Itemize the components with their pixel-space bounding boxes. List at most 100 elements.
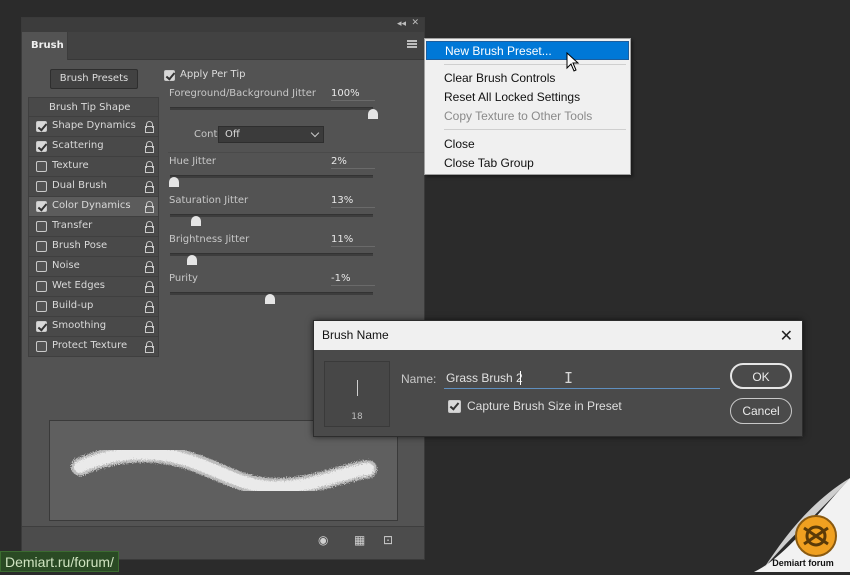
list-item-label: Color Dynamics — [52, 200, 131, 211]
menu-copy-texture: Copy Texture to Other Tools — [444, 109, 593, 123]
menu-close-tab-group[interactable]: Close Tab Group — [426, 154, 629, 173]
ibeam-cursor-icon: I — [564, 369, 574, 387]
list-item-label: Texture — [52, 160, 89, 171]
brush-panel: ◂◂ ✕ Brush Brush Presets Apply Per Tip B… — [21, 17, 425, 560]
saturation-jitter-slider[interactable] — [170, 214, 373, 226]
brightness-jitter-label: Brightness Jitter — [169, 234, 250, 245]
list-item[interactable]: Scattering — [28, 137, 159, 157]
fg-bg-jitter-value[interactable]: 100% — [331, 88, 375, 101]
menu-new-brush-preset[interactable]: New Brush Preset... — [426, 41, 629, 60]
list-item[interactable]: Build-up — [28, 297, 159, 317]
checkbox-icon[interactable] — [36, 221, 47, 232]
list-item-label: Scattering — [52, 140, 104, 151]
close-icon[interactable]: ✕ — [411, 18, 419, 28]
lock-icon[interactable] — [145, 161, 154, 173]
brush-tip-icon — [357, 380, 358, 396]
lock-icon[interactable] — [145, 241, 154, 253]
list-item[interactable]: Protect Texture — [28, 337, 159, 357]
close-icon[interactable]: ✕ — [780, 321, 793, 350]
lock-icon[interactable] — [145, 321, 154, 333]
collapse-icon[interactable]: ◂◂ — [397, 19, 406, 29]
new-preset-icon[interactable]: ⊡ — [383, 533, 393, 547]
lock-icon[interactable] — [145, 181, 154, 193]
toggle-live-tip-preview-icon[interactable]: ◉ — [318, 533, 328, 547]
fg-bg-jitter-slider[interactable] — [170, 107, 378, 119]
capture-size-checkbox[interactable] — [448, 400, 461, 413]
list-item[interactable]: Dual Brush — [28, 177, 159, 197]
name-label: Name: — [401, 372, 437, 386]
list-item-label: Smoothing — [52, 320, 107, 331]
watermark-left: Demiart.ru/forum/ — [0, 551, 119, 572]
ok-button[interactable]: OK — [730, 363, 792, 389]
divider — [168, 152, 424, 153]
checkbox-icon[interactable] — [36, 121, 47, 132]
list-item-label: Protect Texture — [52, 340, 128, 351]
lock-icon[interactable] — [145, 121, 154, 133]
lock-icon[interactable] — [145, 221, 154, 233]
list-item[interactable]: Texture — [28, 157, 159, 177]
list-item[interactable]: Color Dynamics — [28, 197, 159, 217]
checkbox-icon[interactable] — [36, 281, 47, 292]
list-item-label: Brush Pose — [52, 240, 108, 251]
list-item[interactable]: Shape Dynamics — [28, 117, 159, 137]
list-item[interactable]: Brush Pose — [28, 237, 159, 257]
list-item[interactable]: Smoothing — [28, 317, 159, 337]
list-item-label: Dual Brush — [52, 180, 107, 191]
dialog-title: Brush Name — [314, 321, 802, 350]
checkbox-icon[interactable] — [36, 301, 47, 312]
hamburger-menu-icon[interactable] — [407, 40, 417, 48]
tab-bar: Brush — [22, 32, 424, 60]
tab-brush[interactable]: Brush — [22, 32, 68, 60]
list-item-label: Transfer — [52, 220, 93, 231]
hue-jitter-label: Hue Jitter — [169, 156, 217, 167]
checkbox-icon[interactable] — [36, 241, 47, 252]
panel-topbar: ◂◂ ✕ — [22, 18, 424, 32]
hue-jitter-value[interactable]: 2% — [331, 156, 375, 169]
mouse-cursor-icon — [566, 52, 580, 72]
lock-icon[interactable] — [145, 341, 154, 353]
list-item[interactable]: Noise — [28, 257, 159, 277]
list-item[interactable]: Transfer — [28, 217, 159, 237]
watermark-right-text: Demiart forum — [772, 558, 834, 568]
hue-jitter-slider[interactable] — [169, 175, 373, 187]
checkbox-icon[interactable] — [36, 201, 47, 212]
menu-clear-brush-controls[interactable]: Clear Brush Controls — [426, 69, 629, 88]
brush-tip-shape-item[interactable]: Brush Tip Shape — [28, 97, 159, 117]
purity-slider[interactable] — [170, 292, 373, 304]
brightness-jitter-slider[interactable] — [170, 253, 373, 265]
checkbox-icon[interactable] — [36, 341, 47, 352]
saturation-jitter-value[interactable]: 13% — [331, 195, 375, 208]
saturation-jitter-label: Saturation Jitter — [169, 195, 249, 206]
menu-reset-locked-settings[interactable]: Reset All Locked Settings — [426, 88, 629, 107]
menu-separator — [444, 129, 626, 130]
chevron-down-icon — [310, 128, 320, 138]
list-item-label: Shape Dynamics — [52, 120, 136, 131]
checkbox-icon[interactable] — [36, 321, 47, 332]
fg-bg-jitter-label: Foreground/Background Jitter — [169, 88, 316, 99]
brush-size-label: 18 — [351, 412, 363, 422]
lock-icon[interactable] — [145, 301, 154, 313]
name-input[interactable]: Grass Brush 2 — [444, 368, 720, 389]
checkbox-icon[interactable] — [164, 70, 175, 81]
brush-presets-button[interactable]: Brush Presets — [50, 69, 138, 89]
grid-icon[interactable]: ▦ — [354, 533, 365, 547]
control-select[interactable]: Off — [218, 126, 324, 143]
menu-close[interactable]: Close — [426, 135, 629, 154]
text-caret — [520, 371, 521, 385]
lock-icon[interactable] — [145, 281, 154, 293]
list-item-label: Build-up — [52, 300, 94, 311]
checkbox-icon[interactable] — [36, 141, 47, 152]
checkbox-icon[interactable] — [36, 181, 47, 192]
checkbox-icon[interactable] — [36, 261, 47, 272]
lock-icon[interactable] — [145, 141, 154, 153]
lock-icon[interactable] — [145, 261, 154, 273]
brush-name-dialog: Brush Name ✕ 18 Name: Grass Brush 2 I Ca… — [313, 320, 803, 437]
cancel-button[interactable]: Cancel — [730, 398, 792, 424]
purity-value[interactable]: -1% — [331, 273, 375, 286]
list-item-label: Noise — [52, 260, 80, 271]
brush-tip-thumbnail: 18 — [324, 361, 390, 427]
brightness-jitter-value[interactable]: 11% — [331, 234, 375, 247]
checkbox-icon[interactable] — [36, 161, 47, 172]
list-item[interactable]: Wet Edges — [28, 277, 159, 297]
lock-icon[interactable] — [145, 201, 154, 213]
